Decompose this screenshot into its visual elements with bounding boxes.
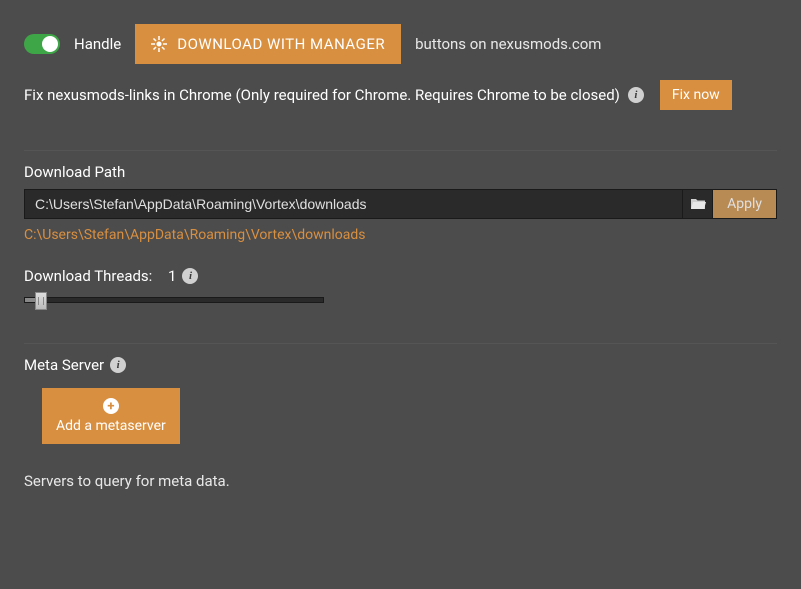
download-path-row: Apply xyxy=(24,189,777,219)
toggle-knob xyxy=(42,36,58,52)
meta-server-section: Meta Server i + Add a metaserver Servers… xyxy=(24,343,777,490)
download-path-section: Download Path Apply C:\Users\Stefan\AppD… xyxy=(24,150,777,303)
download-with-manager-label: DOWNLOAD WITH MANAGER xyxy=(177,35,385,53)
meta-label-text: Meta Server xyxy=(24,356,104,374)
chrome-fix-text: Fix nexusmods-links in Chrome (Only requ… xyxy=(24,86,620,104)
fix-now-label: Fix now xyxy=(672,87,720,103)
download-threads-label: Download Threads: 1 i xyxy=(24,267,777,285)
handle-toggle[interactable] xyxy=(24,34,60,54)
info-icon[interactable]: i xyxy=(182,268,198,284)
browse-folder-button[interactable] xyxy=(683,189,713,219)
add-metaserver-button[interactable]: + Add a metaserver xyxy=(42,388,180,444)
download-path-input[interactable] xyxy=(24,189,683,219)
threads-label-text: Download Threads: xyxy=(24,267,152,285)
handle-row: Handle DOWNLOAD WITH MANAGER buttons on … xyxy=(24,24,777,64)
threads-value: 1 xyxy=(168,267,176,285)
nexus-icon xyxy=(151,36,167,52)
handle-label: Handle xyxy=(74,35,121,53)
folder-icon xyxy=(690,197,706,211)
download-suffix-text: buttons on nexusmods.com xyxy=(415,35,601,53)
chrome-fix-row: Fix nexusmods-links in Chrome (Only requ… xyxy=(24,80,777,110)
slider-thumb[interactable] xyxy=(35,292,47,310)
info-icon[interactable]: i xyxy=(110,357,126,373)
download-with-manager-button[interactable]: DOWNLOAD WITH MANAGER xyxy=(135,24,401,64)
download-path-label: Download Path xyxy=(24,163,777,181)
resolved-path-text: C:\Users\Stefan\AppData\Roaming\Vortex\d… xyxy=(24,227,777,243)
add-metaserver-label: Add a metaserver xyxy=(56,418,166,434)
meta-description: Servers to query for meta data. xyxy=(24,472,777,490)
apply-label: Apply xyxy=(727,196,762,212)
plus-icon: + xyxy=(103,398,119,414)
threads-slider[interactable] xyxy=(24,297,324,303)
meta-server-label: Meta Server i xyxy=(24,356,777,374)
apply-button[interactable]: Apply xyxy=(713,189,777,219)
info-icon[interactable]: i xyxy=(628,87,644,103)
fix-now-button[interactable]: Fix now xyxy=(660,80,732,110)
